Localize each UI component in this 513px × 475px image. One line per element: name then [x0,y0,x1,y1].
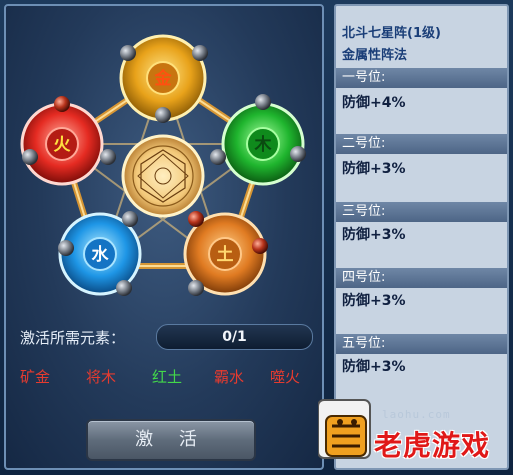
required-elements-progress: 0/1 [156,324,313,350]
position-3-value: 防御+3% [342,227,406,243]
element-tyrant-water[interactable]: 霸水 [214,366,244,387]
element-ore-metal[interactable]: 矿金 [20,366,50,387]
position-1-value: 防御+4% [342,95,406,111]
position-5-value: 防御+3% [342,359,406,375]
position-2-value: 防御+3% [342,161,406,177]
formation-diagram: 金 木 土 水 火 [20,34,306,296]
position-5-header: 五号位: [336,334,507,354]
game-window: 金 木 土 水 火 激活所需元素： 0/1 矿金 将木 红土 霸水 噬火 激 活… [0,0,513,475]
position-2-header: 二号位: [336,134,507,154]
watermark-brand: 老虎游戏 [374,429,491,462]
formation-panel: 金 木 土 水 火 激活所需元素： 0/1 矿金 将木 红土 霸水 噬火 激 活 [4,4,324,470]
element-devour-fire[interactable]: 噬火 [270,366,300,387]
water-char: 水 [92,244,110,265]
activate-button[interactable]: 激 活 [86,419,256,461]
required-elements-label: 激活所需元素： [20,329,126,347]
position-3-header: 三号位: [336,202,507,222]
site-watermark: laohu.com 老虎游戏 [318,386,512,472]
center-seal [121,134,205,218]
fire-char: 火 [54,135,72,155]
position-4-value: 防御+3% [342,293,406,309]
wood-char: 木 [254,134,273,155]
formation-title: 北斗七星阵(1级) [342,26,441,41]
earth-char: 土 [217,244,234,265]
watermark-url: laohu.com [382,408,451,421]
position-4-header: 四号位: [336,268,507,288]
element-red-earth[interactable]: 红土 [152,366,182,387]
element-general-wood[interactable]: 将木 [86,366,116,387]
position-1-header: 一号位: [336,68,507,88]
wood-circle[interactable]: 木 [221,102,305,186]
formation-attribute: 金属性阵法 [342,48,408,63]
fire-circle[interactable]: 火 [20,102,104,186]
metal-char: 金 [154,68,173,89]
